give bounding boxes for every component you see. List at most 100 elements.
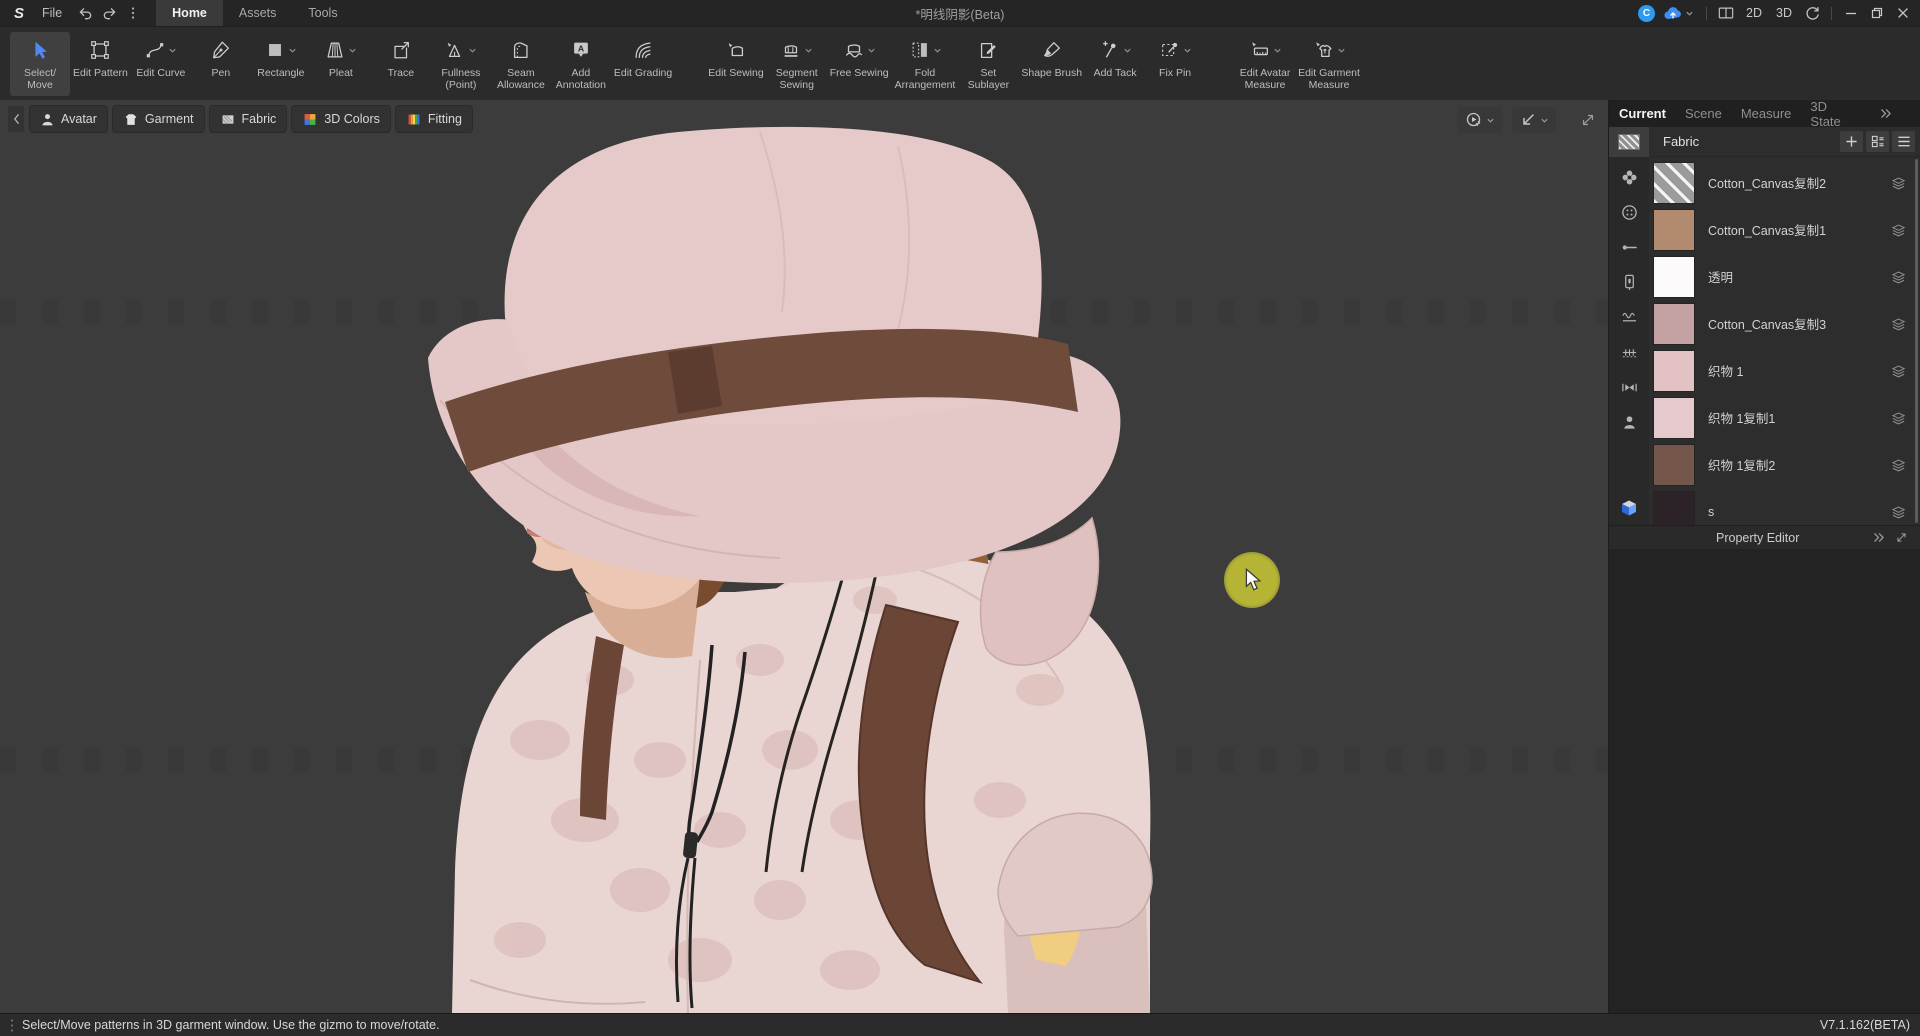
tool-seam-allowance[interactable]: Seam Allowance	[491, 32, 551, 96]
property-editor-header[interactable]: Property Editor	[1609, 525, 1920, 549]
collapse-panel-icon[interactable]	[1879, 108, 1892, 119]
fabric-swatch[interactable]	[1653, 162, 1695, 204]
panel-tab-measure[interactable]: Measure	[1741, 106, 1792, 121]
fabric-swatch[interactable]	[1653, 491, 1695, 526]
fabric-swatch[interactable]	[1653, 350, 1695, 392]
tool-free-sewing[interactable]: Free Sewing	[827, 32, 892, 96]
sync-view-icon[interactable]	[1801, 2, 1823, 24]
category-topstitch-button[interactable]	[1617, 307, 1641, 327]
nav-tab-tools[interactable]: Tools	[292, 0, 353, 26]
tool-add-tack[interactable]: Add Tack	[1085, 32, 1145, 96]
mode-3d-colors-button[interactable]: 3D Colors	[292, 106, 390, 132]
chevron-down-icon[interactable]	[804, 46, 813, 55]
layers-icon[interactable]	[1891, 505, 1906, 519]
view-3d-button[interactable]: 3D	[1771, 6, 1797, 20]
card-view-button[interactable]	[1866, 131, 1889, 152]
more-menu-icon[interactable]	[122, 2, 144, 24]
chevron-down-icon[interactable]	[288, 46, 297, 55]
fabric-list-item[interactable]: 织物 1复制1	[1649, 394, 1920, 441]
chevron-down-icon[interactable]	[348, 46, 357, 55]
category-zipper-button[interactable]	[1617, 272, 1641, 292]
fabric-list-scrollbar[interactable]	[1915, 159, 1918, 523]
tool-edit-pattern[interactable]: Edit Pattern	[70, 32, 131, 96]
tool-edit-curve[interactable]: Edit Curve	[131, 32, 191, 96]
tool-garment-measure[interactable]: Edit Garment Measure	[1295, 32, 1363, 96]
fabric-swatch[interactable]	[1653, 444, 1695, 486]
tool-pleat[interactable]: Pleat	[311, 32, 371, 96]
fabric-list-item[interactable]: Cotton_Canvas复制3	[1649, 300, 1920, 347]
cloud-sync-button[interactable]	[1659, 6, 1698, 21]
mode-fabric-button[interactable]: Fabric	[210, 106, 287, 132]
fabric-list-item[interactable]: Cotton_Canvas复制2	[1649, 159, 1920, 206]
tool-set-sublayer[interactable]: Set Sublayer	[958, 32, 1018, 96]
layers-icon[interactable]	[1891, 270, 1906, 284]
mode-fitting-button[interactable]: Fitting	[396, 106, 472, 132]
mode-avatar-button[interactable]: Avatar	[30, 106, 107, 132]
chevron-down-icon[interactable]	[933, 46, 942, 55]
panel-tab-current[interactable]: Current	[1619, 106, 1666, 121]
account-avatar[interactable]: C	[1638, 5, 1655, 22]
fabric-list-item[interactable]: 透明	[1649, 253, 1920, 300]
nav-tab-home[interactable]: Home	[156, 0, 223, 26]
layers-icon[interactable]	[1891, 458, 1906, 472]
tool-shape-brush[interactable]: Shape Brush	[1018, 32, 1085, 96]
layers-icon[interactable]	[1891, 317, 1906, 331]
viewport-3d[interactable]: AvatarGarmentFabric3D ColorsFitting	[0, 100, 1608, 1013]
restore-button[interactable]	[1866, 2, 1888, 24]
redo-icon[interactable]	[98, 2, 120, 24]
chevron-down-icon[interactable]	[1337, 46, 1346, 55]
tool-edit-sewing[interactable]: Edit Sewing	[705, 32, 766, 96]
fullscreen-viewport-icon[interactable]	[1580, 112, 1596, 128]
panel-tab-3d-state[interactable]: 3D State	[1810, 99, 1840, 129]
layers-icon[interactable]	[1891, 364, 1906, 378]
category-trim-bow-button[interactable]	[1617, 377, 1641, 397]
chevron-down-icon[interactable]	[1273, 46, 1282, 55]
layers-icon[interactable]	[1891, 411, 1906, 425]
tool-rectangle[interactable]: Rectangle	[251, 32, 311, 96]
file-menu[interactable]: File	[32, 6, 72, 20]
tool-add-annotation[interactable]: AAdd Annotation	[551, 32, 611, 96]
chevron-down-icon[interactable]	[1183, 46, 1192, 55]
normal-direction-button[interactable]	[1512, 107, 1556, 133]
layers-icon[interactable]	[1891, 223, 1906, 237]
category-3d-cube-button[interactable]	[1609, 499, 1649, 517]
list-view-button[interactable]	[1892, 131, 1915, 152]
chevron-down-icon[interactable]	[867, 46, 876, 55]
chevron-down-icon[interactable]	[1123, 46, 1132, 55]
category-fabric-tab[interactable]	[1609, 127, 1649, 157]
fabric-list-item[interactable]: Cotton_Canvas复制1	[1649, 206, 1920, 253]
category-shirring-button[interactable]	[1617, 342, 1641, 362]
tool-fold-arrangement[interactable]: Fold Arrangement	[892, 32, 959, 96]
view-2d-button[interactable]: 2D	[1741, 6, 1767, 20]
tool-fix-pin[interactable]: Fix Pin	[1145, 32, 1205, 96]
tool-avatar-measure[interactable]: Edit Avatar Measure	[1235, 32, 1295, 96]
tool-trace[interactable]: Trace	[371, 32, 431, 96]
chevron-down-icon[interactable]	[168, 46, 177, 55]
category-pin-stick-button[interactable]	[1617, 237, 1641, 257]
category-avatar-person-button[interactable]	[1617, 412, 1641, 432]
fabric-list-item[interactable]: s	[1649, 488, 1920, 525]
category-button-button[interactable]	[1617, 202, 1641, 222]
fabric-swatch[interactable]	[1653, 209, 1695, 251]
nav-tab-assets[interactable]: Assets	[223, 0, 293, 26]
add-fabric-button[interactable]	[1840, 131, 1863, 152]
expand-panel-icon[interactable]	[1895, 531, 1908, 544]
mode-garment-button[interactable]: Garment	[113, 106, 204, 132]
fabric-list-item[interactable]: 织物 1复制2	[1649, 441, 1920, 488]
category-fabric-clover-button[interactable]	[1617, 167, 1641, 187]
split-view-icon[interactable]	[1715, 2, 1737, 24]
tool-fullness-point[interactable]: Fullness (Point)	[431, 32, 491, 96]
render-options-button[interactable]	[1458, 107, 1502, 133]
close-button[interactable]	[1892, 2, 1914, 24]
panel-tab-scene[interactable]: Scene	[1685, 106, 1722, 121]
minimize-button[interactable]	[1840, 2, 1862, 24]
tool-segment-sewing[interactable]: Segment Sewing	[767, 32, 827, 96]
layers-icon[interactable]	[1891, 176, 1906, 190]
fabric-swatch[interactable]	[1653, 303, 1695, 345]
collapse-panel-icon[interactable]	[1872, 531, 1885, 544]
undo-icon[interactable]	[74, 2, 96, 24]
modebar-collapse-button[interactable]	[8, 106, 24, 132]
fabric-swatch[interactable]	[1653, 256, 1695, 298]
fabric-swatch[interactable]	[1653, 397, 1695, 439]
tool-edit-grading[interactable]: Edit Grading	[611, 32, 675, 96]
